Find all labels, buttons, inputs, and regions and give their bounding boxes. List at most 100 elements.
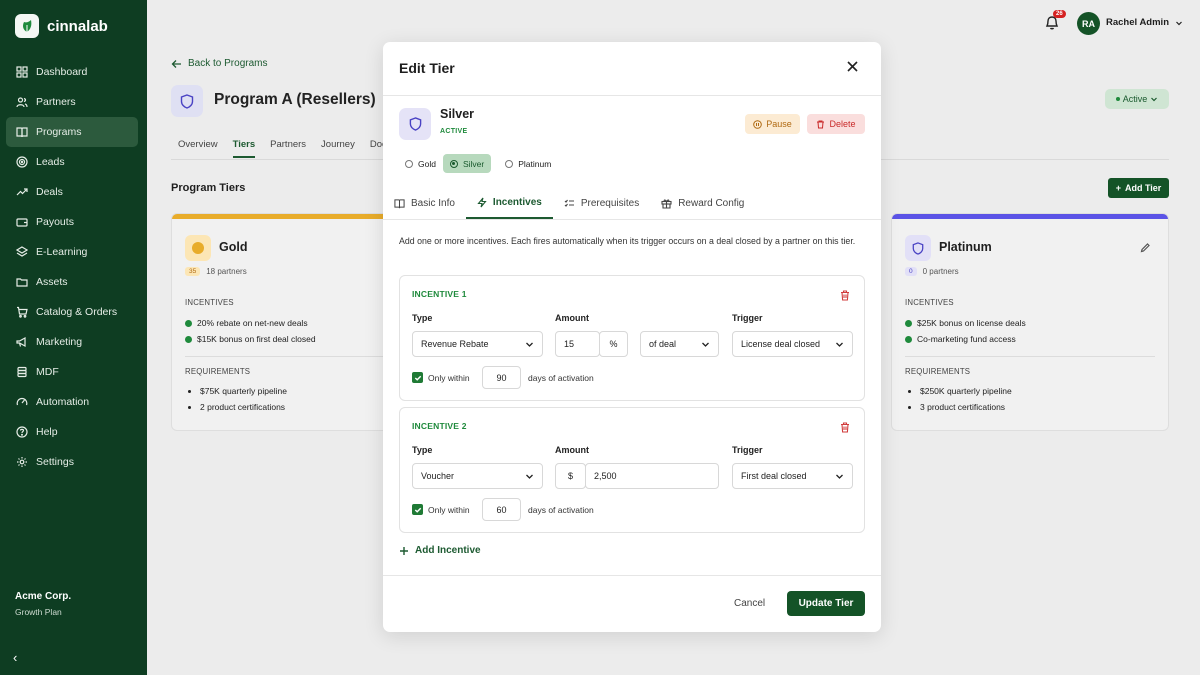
radio-gold[interactable]: Gold bbox=[405, 154, 436, 173]
trigger-select[interactable]: License deal closed bbox=[732, 331, 853, 357]
sidebar-item-mdf[interactable]: MDF bbox=[6, 357, 138, 387]
update-tier-button[interactable]: Update Tier bbox=[787, 591, 865, 616]
count-badge: 0 bbox=[905, 267, 917, 276]
tab-overview[interactable]: Overview bbox=[178, 139, 218, 158]
tab-label: Basic Info bbox=[411, 198, 455, 209]
checkmark-icon bbox=[414, 507, 421, 513]
trigger-select[interactable]: First deal closed bbox=[732, 463, 853, 489]
only-within-checkbox[interactable] bbox=[412, 504, 423, 515]
trigger-label: Trigger bbox=[732, 313, 763, 323]
tab-journey[interactable]: Journey bbox=[321, 139, 355, 158]
tier-name: Platinum bbox=[939, 240, 992, 254]
sidebar-item-catalog-orders[interactable]: Catalog & Orders bbox=[6, 297, 138, 327]
amount-input[interactable]: 2,500 bbox=[585, 463, 719, 489]
sidebar-item-assets[interactable]: Assets bbox=[6, 267, 138, 297]
tab-tiers[interactable]: Tiers bbox=[232, 139, 256, 158]
unit-value: % bbox=[609, 339, 618, 349]
sidebar-item-dashboard[interactable]: Dashboard bbox=[6, 57, 138, 87]
tab-partners[interactable]: Partners bbox=[270, 139, 306, 158]
type-label: Type bbox=[412, 445, 433, 455]
sidebar-item-label: Leads bbox=[36, 156, 65, 168]
pause-label: Pause bbox=[766, 119, 792, 129]
tier-card-gold[interactable]: Gold 35 18 partners INCENTIVES 20% rebat… bbox=[171, 213, 401, 431]
avatar[interactable]: RA bbox=[1077, 12, 1100, 35]
org-plan: Growth Plan bbox=[15, 607, 62, 617]
type-value: Voucher bbox=[421, 471, 455, 481]
user-name: Rachel Admin bbox=[1106, 17, 1169, 28]
add-incentive-label: Add Incentive bbox=[415, 545, 481, 556]
program-status-dropdown[interactable]: Active bbox=[1105, 89, 1169, 109]
chevron-down-icon bbox=[702, 342, 709, 347]
tab-reward-config[interactable]: Reward Config bbox=[650, 188, 755, 219]
only-within-checkbox[interactable] bbox=[412, 372, 423, 383]
bullet-icon bbox=[908, 405, 911, 409]
pause-button[interactable]: Pause bbox=[745, 114, 800, 134]
back-link[interactable]: Back to Programs bbox=[171, 58, 267, 69]
check-icon bbox=[905, 319, 912, 327]
sidebar-item-automation[interactable]: Automation bbox=[6, 387, 138, 417]
amount-input[interactable]: 15 bbox=[555, 331, 600, 357]
sidebar-item-deals[interactable]: Deals bbox=[6, 177, 138, 207]
type-select[interactable]: Revenue Rebate bbox=[412, 331, 543, 357]
tier-card-platinum[interactable]: Platinum 0 0 partners INCENTIVES $25K bo… bbox=[891, 213, 1169, 431]
tab-basic-info[interactable]: Basic Info bbox=[383, 188, 466, 219]
checkmark-icon bbox=[414, 375, 421, 381]
remove-incentive-button[interactable] bbox=[840, 288, 850, 306]
days-label: days of activation bbox=[528, 505, 594, 515]
sidebar-item-marketing[interactable]: Marketing bbox=[6, 327, 138, 357]
radio-silver[interactable]: Silver bbox=[442, 154, 492, 173]
delete-button[interactable]: Delete bbox=[807, 114, 865, 134]
tab-incentives[interactable]: Incentives bbox=[465, 188, 553, 219]
sidebar-item-help[interactable]: Help bbox=[6, 417, 138, 447]
sidebar-item-leads[interactable]: Leads bbox=[6, 147, 138, 177]
type-label: Type bbox=[412, 313, 433, 323]
days-input[interactable]: 60 bbox=[482, 498, 521, 521]
tab-prerequisites[interactable]: Prerequisites bbox=[553, 188, 650, 219]
folder-icon bbox=[16, 278, 28, 287]
tab-label: Prerequisites bbox=[580, 198, 640, 209]
chevron-down-icon bbox=[526, 342, 533, 347]
incentive-heading: INCENTIVE 1 bbox=[412, 289, 467, 299]
sidebar-item-e-learning[interactable]: E-Learning bbox=[6, 237, 138, 267]
gear-icon bbox=[17, 457, 27, 467]
collapse-sidebar-button[interactable]: ‹ bbox=[13, 650, 17, 665]
book-icon bbox=[16, 127, 28, 138]
edit-tier-button[interactable] bbox=[1140, 240, 1151, 258]
radio-circle-icon bbox=[505, 159, 514, 168]
remove-incentive-button[interactable] bbox=[840, 420, 850, 438]
divider bbox=[383, 95, 881, 96]
tab-label: Reward Config bbox=[678, 198, 745, 209]
divider bbox=[383, 219, 881, 220]
type-select[interactable]: Voucher bbox=[412, 463, 543, 489]
tier-partner-count: 0 0 partners bbox=[905, 267, 959, 276]
logo[interactable]: cinnalab bbox=[15, 14, 108, 38]
days-input[interactable]: 90 bbox=[482, 366, 521, 389]
incentive-text: 20% rebate on net-new deals bbox=[197, 318, 308, 328]
gift-icon bbox=[661, 199, 672, 209]
cancel-button[interactable]: Cancel bbox=[734, 598, 765, 609]
incentive-item: $25K bonus on license deals bbox=[905, 318, 1026, 328]
edit-tier-modal: Edit Tier Silver ACTIVE Pause Delete Gol… bbox=[383, 42, 881, 632]
add-tier-button[interactable]: + Add Tier bbox=[1108, 178, 1169, 198]
chevron-down-icon bbox=[836, 474, 843, 479]
user-menu[interactable]: Rachel Admin bbox=[1106, 17, 1183, 28]
close-button[interactable] bbox=[847, 59, 858, 77]
basis-select[interactable]: of deal bbox=[640, 331, 719, 357]
program-tabs: Overview Tiers Partners Journey Doc bbox=[178, 139, 402, 158]
sidebar-item-programs[interactable]: Programs bbox=[6, 117, 138, 147]
sidebar-item-label: Partners bbox=[36, 96, 76, 108]
chevron-down-icon bbox=[836, 342, 843, 347]
unit-addon: % bbox=[599, 331, 628, 357]
trash-icon bbox=[817, 120, 825, 128]
check-icon bbox=[185, 335, 192, 343]
radio-platinum[interactable]: Platinum bbox=[505, 154, 551, 173]
add-incentive-button[interactable]: Add Incentive bbox=[399, 545, 481, 556]
incentives-description: Add one or more incentives. Each fires a… bbox=[399, 236, 856, 246]
sidebar-item-payouts[interactable]: Payouts bbox=[6, 207, 138, 237]
org-switcher[interactable]: Acme Corp. Growth Plan bbox=[15, 591, 71, 617]
sidebar-item-settings[interactable]: Settings bbox=[6, 447, 138, 477]
sidebar-item-partners[interactable]: Partners bbox=[6, 87, 138, 117]
org-name: Acme Corp. bbox=[15, 591, 72, 602]
tier-icon bbox=[399, 108, 431, 140]
divider bbox=[383, 575, 881, 576]
